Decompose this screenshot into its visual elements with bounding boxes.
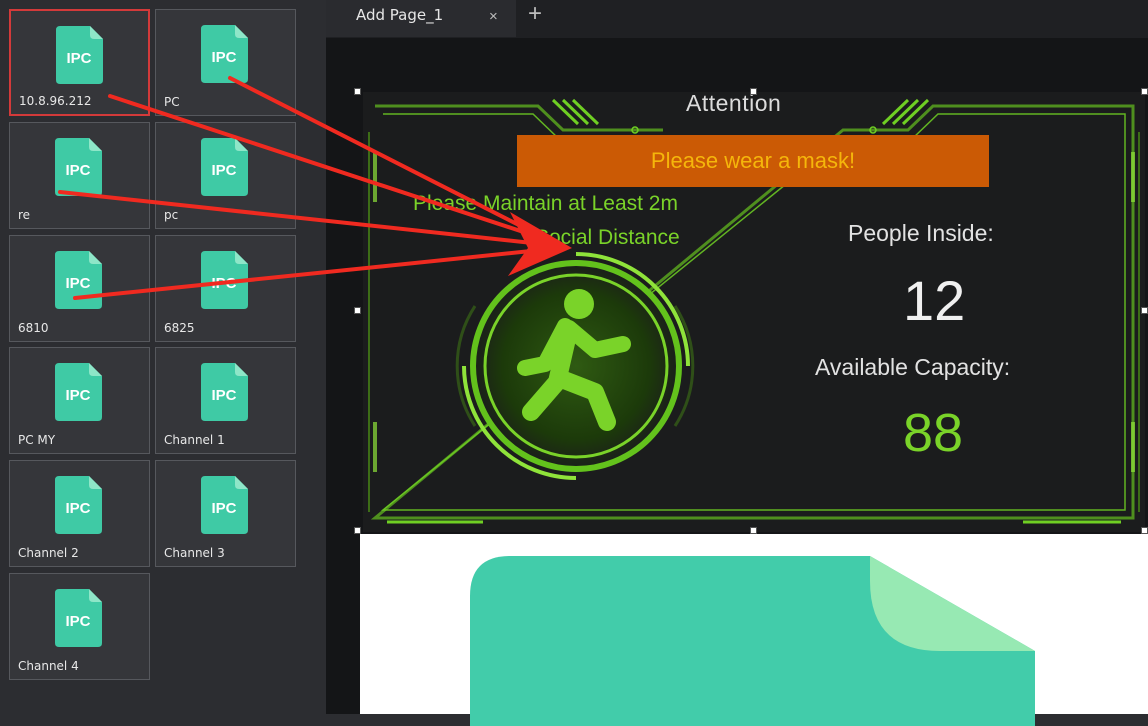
walking-person-icon	[455, 252, 695, 480]
device-tile-channel-2[interactable]: IPC Channel 2	[9, 460, 150, 567]
ipc-icon-text: IPC	[66, 50, 91, 67]
people-inside-value: 12	[903, 269, 966, 332]
device-tile-10-8-96-212[interactable]: IPC 10.8.96.212	[9, 9, 150, 116]
ipc-icon-text: IPC	[211, 275, 236, 292]
ipc-file-icon: IPC	[55, 138, 102, 196]
ipc-file-icon: IPC	[201, 251, 248, 309]
resize-handle-middle-left[interactable]	[354, 307, 361, 314]
page-tab-bar: Add Page_1 × +	[326, 0, 1148, 38]
resize-handle-top-center[interactable]	[750, 88, 757, 95]
distance-notice-line-1: Please Maintain at Least 2m	[413, 192, 678, 215]
device-tile-channel-1[interactable]: IPC Channel 1	[155, 347, 296, 454]
device-tile-6825[interactable]: IPC 6825	[155, 235, 296, 342]
device-tile-label: 6825	[164, 321, 195, 335]
ipc-icon-text: IPC	[65, 275, 90, 292]
ipc-icon-text: IPC	[65, 613, 90, 630]
ipc-preview-widget[interactable]	[360, 534, 1148, 726]
ipc-file-icon: IPC	[55, 476, 102, 534]
ipc-file-icon: IPC	[55, 363, 102, 421]
resize-handle-bottom-center[interactable]	[750, 527, 757, 534]
ipc-file-icon: IPC	[201, 476, 248, 534]
people-inside-label: People Inside:	[848, 220, 994, 246]
device-tile-pc[interactable]: IPC PC	[155, 9, 296, 116]
resize-handle-bottom-left[interactable]	[354, 527, 361, 534]
ipc-file-icon: IPC	[201, 25, 248, 83]
device-tile-re[interactable]: IPC re	[9, 122, 150, 229]
device-tile-label: pc	[164, 208, 179, 222]
device-tile-channel-3[interactable]: IPC Channel 3	[155, 460, 296, 567]
large-ipc-file-icon	[470, 556, 1035, 726]
ipc-file-icon: IPC	[56, 26, 103, 84]
device-tile-label: Channel 3	[164, 546, 225, 560]
ipc-icon-text: IPC	[65, 500, 90, 517]
ipc-file-icon: IPC	[55, 251, 102, 309]
attention-widget[interactable]: Attention Please wear a mask! Please Mai…	[363, 90, 1145, 532]
resize-handle-top-left[interactable]	[354, 88, 361, 95]
add-tab-icon[interactable]: +	[528, 0, 542, 28]
device-tile-label: Channel 1	[164, 433, 225, 447]
device-tile-channel-4[interactable]: IPC Channel 4	[9, 573, 150, 680]
device-tile-label: re	[18, 208, 31, 222]
ipc-icon-text: IPC	[211, 49, 236, 66]
ipc-icon-text: IPC	[211, 387, 236, 404]
device-list-panel: IPC 10.8.96.212 IPC PC IPC re IPC pc IPC	[0, 0, 326, 714]
widget-title: Attention	[686, 90, 782, 116]
resize-handle-top-right[interactable]	[1141, 88, 1148, 95]
resize-handle-middle-right[interactable]	[1141, 307, 1148, 314]
available-capacity-label: Available Capacity:	[815, 354, 1011, 380]
resize-handle-bottom-right[interactable]	[1141, 527, 1148, 534]
mask-warning-banner: Please wear a mask!	[517, 135, 989, 187]
ipc-file-icon: IPC	[55, 589, 102, 647]
ipc-file-icon: IPC	[201, 363, 248, 421]
device-tile-label: PC MY	[18, 433, 56, 447]
ipc-icon-text: IPC	[65, 387, 90, 404]
ipc-icon-text: IPC	[211, 500, 236, 517]
ipc-file-icon: IPC	[201, 138, 248, 196]
device-tile-pc-lower[interactable]: IPC pc	[155, 122, 296, 229]
ipc-icon-text: IPC	[211, 162, 236, 179]
device-tile-6810[interactable]: IPC 6810	[9, 235, 150, 342]
tab-add-page-1[interactable]: Add Page_1 ×	[326, 0, 516, 38]
device-tile-pc-my[interactable]: IPC PC MY	[9, 347, 150, 454]
device-tile-label: Channel 4	[18, 659, 79, 673]
device-tile-label: 10.8.96.212	[19, 94, 92, 108]
tab-label: Add Page_1	[356, 6, 444, 24]
device-tile-label: Channel 2	[18, 546, 79, 560]
available-capacity-value: 88	[903, 403, 964, 463]
close-icon[interactable]: ×	[489, 8, 498, 25]
device-tile-label: 6810	[18, 321, 49, 335]
ipc-icon-text: IPC	[65, 162, 90, 179]
device-tile-label: PC	[164, 95, 180, 109]
